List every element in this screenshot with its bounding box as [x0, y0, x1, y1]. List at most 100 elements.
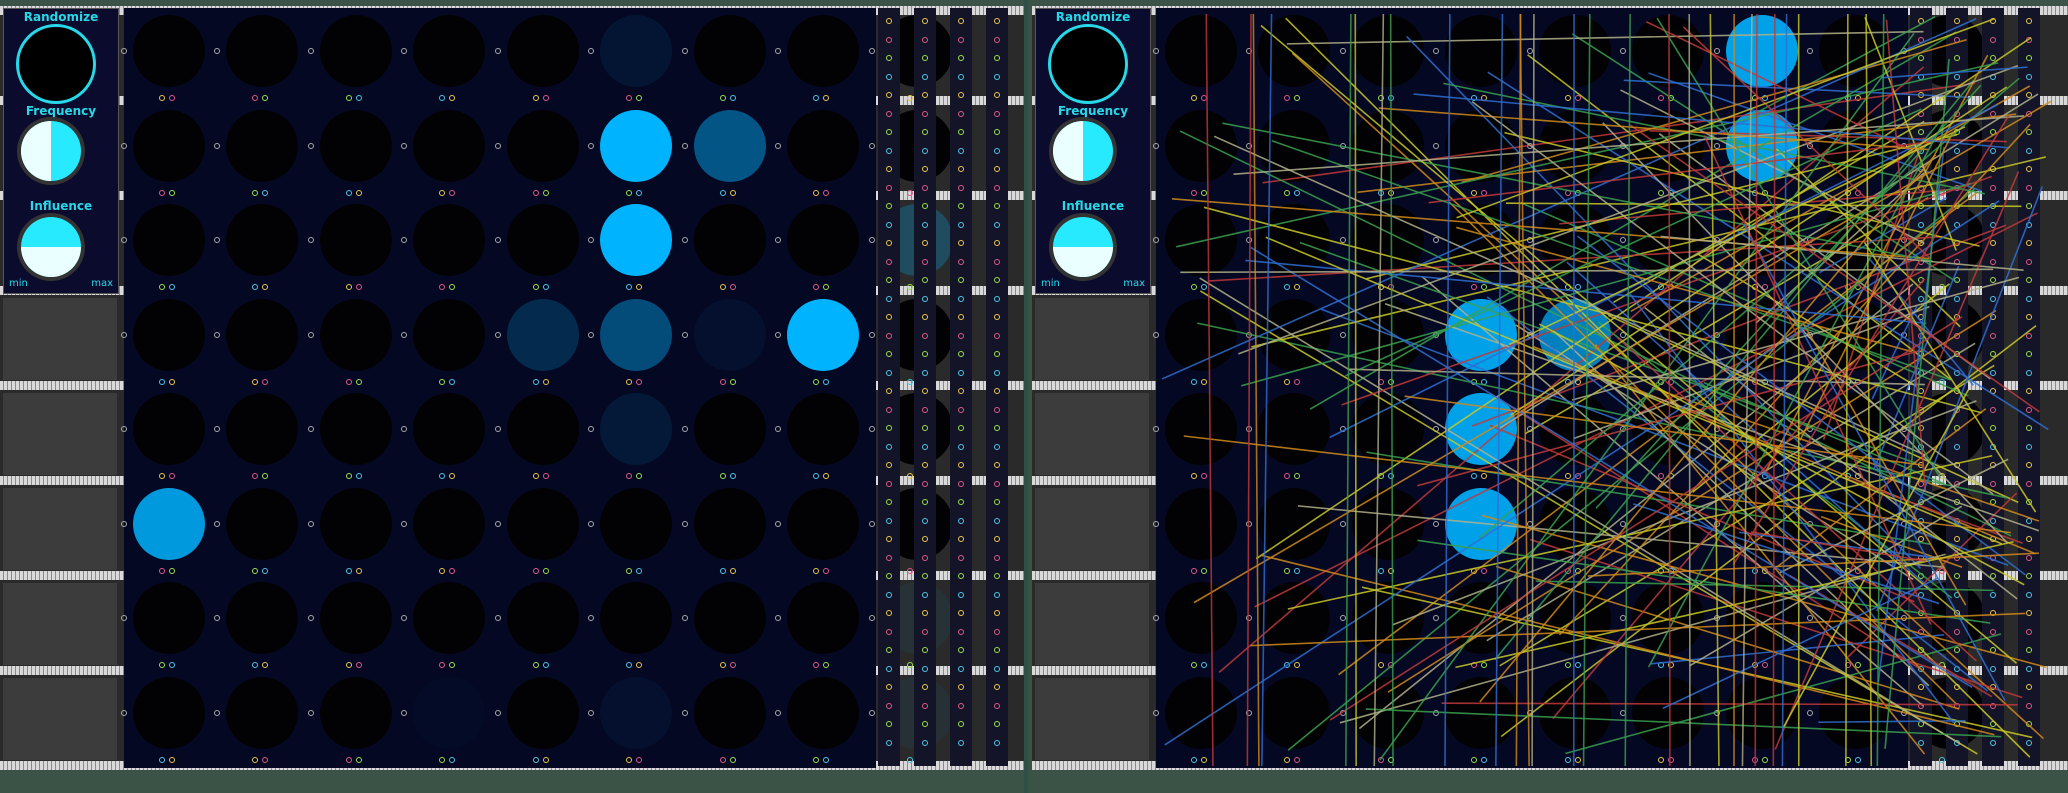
- jack[interactable]: [1433, 709, 1440, 716]
- jack[interactable]: [922, 184, 928, 191]
- jack[interactable]: [886, 221, 892, 228]
- jack[interactable]: [1668, 567, 1675, 574]
- jack[interactable]: [1918, 18, 1924, 24]
- jack[interactable]: [813, 662, 820, 669]
- jack[interactable]: [994, 721, 1000, 727]
- jack[interactable]: [1246, 426, 1253, 433]
- jack[interactable]: [1954, 73, 1960, 80]
- jack[interactable]: [1954, 702, 1960, 709]
- jack[interactable]: [994, 277, 1000, 283]
- cell[interactable]: [1819, 487, 1892, 560]
- jack[interactable]: [214, 709, 221, 716]
- jack[interactable]: [2026, 554, 2032, 561]
- jack[interactable]: [922, 295, 928, 302]
- cell[interactable]: [1632, 582, 1705, 655]
- cell[interactable]: [413, 677, 485, 749]
- cell[interactable]: [787, 487, 860, 560]
- jack[interactable]: [307, 426, 314, 433]
- jack[interactable]: [1200, 473, 1207, 480]
- jack[interactable]: [252, 95, 259, 102]
- jack[interactable]: [1954, 443, 1960, 450]
- jack[interactable]: [1918, 702, 1924, 709]
- cell[interactable]: [1725, 393, 1798, 466]
- jack[interactable]: [1954, 166, 1960, 172]
- cell[interactable]: [319, 109, 392, 182]
- jack[interactable]: [1200, 284, 1207, 291]
- jack[interactable]: [2026, 92, 2032, 98]
- jack[interactable]: [1190, 567, 1197, 574]
- jack[interactable]: [922, 240, 928, 246]
- cell[interactable]: [226, 15, 299, 88]
- cell[interactable]: [506, 676, 579, 749]
- jack[interactable]: [1990, 110, 1996, 117]
- jack[interactable]: [168, 567, 175, 574]
- cell[interactable]: [1445, 15, 1518, 88]
- jack[interactable]: [1918, 166, 1924, 172]
- jack[interactable]: [542, 756, 549, 763]
- cell[interactable]: [1819, 393, 1892, 466]
- jack[interactable]: [1855, 473, 1862, 480]
- jack[interactable]: [2026, 684, 2032, 690]
- jack[interactable]: [401, 709, 408, 716]
- jack[interactable]: [922, 258, 928, 265]
- cell[interactable]: [1725, 487, 1798, 560]
- jack[interactable]: [120, 48, 127, 55]
- jack[interactable]: [1481, 662, 1488, 669]
- jack[interactable]: [1990, 277, 1996, 283]
- jack[interactable]: [2026, 591, 2032, 598]
- cell[interactable]: [413, 393, 486, 466]
- cell[interactable]: [1164, 109, 1237, 182]
- jack[interactable]: [1918, 129, 1924, 135]
- jack[interactable]: [2026, 406, 2032, 413]
- jack[interactable]: [168, 95, 175, 102]
- jack[interactable]: [1564, 567, 1571, 574]
- jack[interactable]: [1918, 517, 1924, 524]
- jack[interactable]: [1284, 189, 1291, 196]
- jack[interactable]: [2026, 240, 2032, 246]
- cell[interactable]: [413, 15, 486, 88]
- jack[interactable]: [922, 203, 928, 209]
- jack[interactable]: [1918, 36, 1924, 43]
- jack[interactable]: [922, 647, 928, 653]
- jack[interactable]: [922, 314, 928, 320]
- jack[interactable]: [1990, 610, 1996, 616]
- jack[interactable]: [1855, 95, 1862, 102]
- jack[interactable]: [1855, 662, 1862, 669]
- cell[interactable]: [132, 582, 205, 655]
- jack[interactable]: [1564, 662, 1571, 669]
- jack[interactable]: [1751, 189, 1758, 196]
- jack[interactable]: [345, 189, 352, 196]
- jack[interactable]: [1526, 237, 1533, 244]
- jack[interactable]: [1339, 331, 1346, 338]
- jack[interactable]: [252, 567, 259, 574]
- cell[interactable]: [1164, 393, 1237, 466]
- jack[interactable]: [2026, 36, 2032, 43]
- jack[interactable]: [681, 331, 688, 338]
- jack[interactable]: [886, 332, 892, 339]
- jack[interactable]: [1918, 351, 1924, 357]
- jack[interactable]: [922, 92, 928, 98]
- jack[interactable]: [958, 332, 964, 339]
- jack[interactable]: [1918, 184, 1924, 191]
- jack[interactable]: [922, 388, 928, 394]
- jack[interactable]: [1658, 473, 1665, 480]
- jack[interactable]: [1387, 567, 1394, 574]
- jack[interactable]: [1433, 615, 1440, 622]
- jack[interactable]: [958, 166, 964, 172]
- jack[interactable]: [636, 567, 643, 574]
- jack[interactable]: [681, 709, 688, 716]
- jack[interactable]: [729, 95, 736, 102]
- jack[interactable]: [2026, 166, 2032, 172]
- jack[interactable]: [823, 378, 830, 385]
- jack[interactable]: [1954, 610, 1960, 616]
- jack[interactable]: [719, 473, 726, 480]
- cell[interactable]: [1538, 204, 1611, 277]
- jack[interactable]: [214, 615, 221, 622]
- jack[interactable]: [868, 48, 875, 55]
- jack[interactable]: [958, 499, 964, 505]
- jack[interactable]: [958, 702, 964, 709]
- jack[interactable]: [823, 95, 830, 102]
- cell[interactable]: [319, 298, 392, 371]
- jack[interactable]: [958, 406, 964, 413]
- jack[interactable]: [958, 480, 964, 487]
